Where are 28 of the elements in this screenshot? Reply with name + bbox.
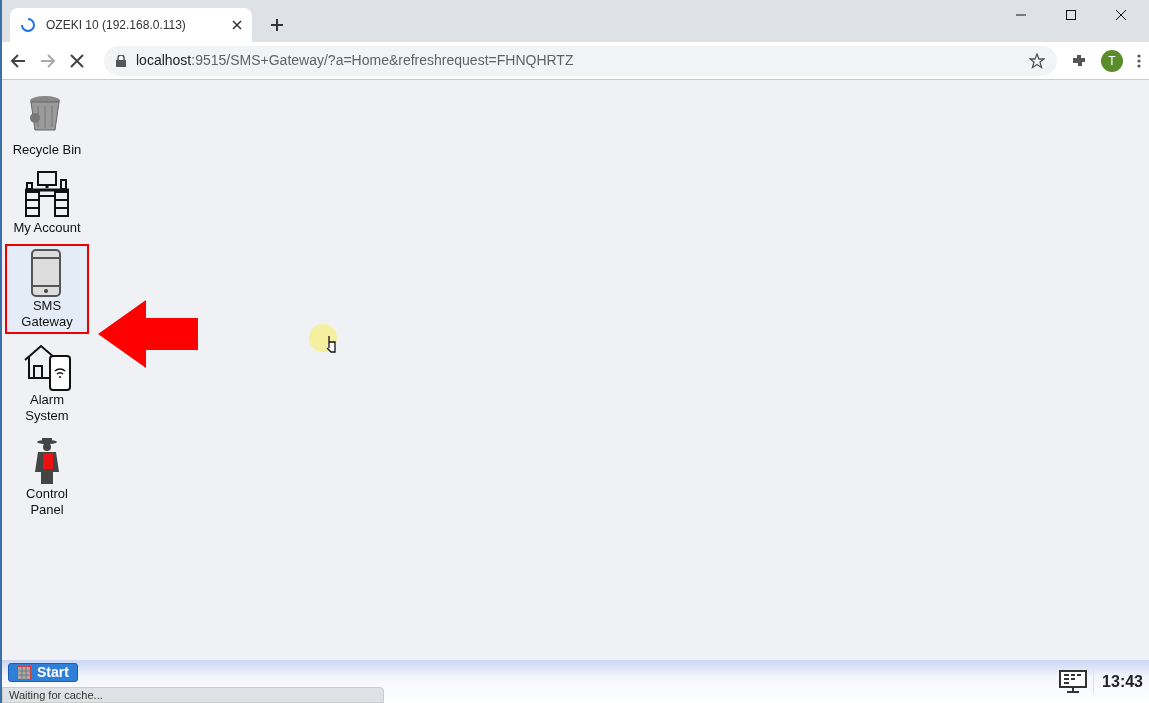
desktop-shortcut[interactable]: Control Panel (5, 432, 89, 522)
close-icon[interactable] (1115, 9, 1127, 21)
start-button[interactable]: Start (8, 663, 78, 682)
desktop-shortcut[interactable]: Recycle Bin (5, 88, 89, 162)
url-text: localhost:9515/SMS+Gateway/?a=Home&refreshrequest=FHNQHRTZ (136, 51, 574, 70)
stop-icon[interactable] (70, 53, 84, 68)
lock-icon (116, 54, 126, 67)
house-phone-icon (23, 342, 71, 392)
desk-icon (23, 170, 71, 220)
maximize-icon[interactable] (1065, 9, 1077, 21)
desktop-shortcut[interactable]: Alarm System (5, 338, 89, 428)
address-bar[interactable]: localhost:9515/SMS+Gateway/?a=Home&refreshrequest=FHNQHRTZ (104, 45, 1057, 76)
desktop-shortcut[interactable]: SMS Gateway (5, 244, 89, 334)
browser-tab[interactable]: OZEKI 10 (192.168.0.113) (10, 8, 252, 42)
profile-avatar[interactable]: T (1101, 49, 1123, 72)
close-icon[interactable] (232, 20, 242, 30)
back-icon[interactable] (10, 52, 26, 69)
clock: 13:43 (1093, 669, 1143, 694)
tab-title: OZEKI 10 (192.168.0.113) (46, 17, 187, 34)
star-icon[interactable] (1029, 52, 1045, 69)
status-tooltip: Waiting for cache... (2, 687, 384, 703)
desktop-shortcut[interactable]: My Account (5, 166, 89, 240)
arrow-icon (98, 300, 198, 368)
grid-icon (17, 665, 31, 680)
monitor-icon[interactable] (1059, 669, 1088, 694)
menu-icon[interactable] (1137, 52, 1141, 69)
puzzle-icon[interactable] (1071, 52, 1087, 69)
new-tab-icon[interactable] (270, 18, 284, 32)
